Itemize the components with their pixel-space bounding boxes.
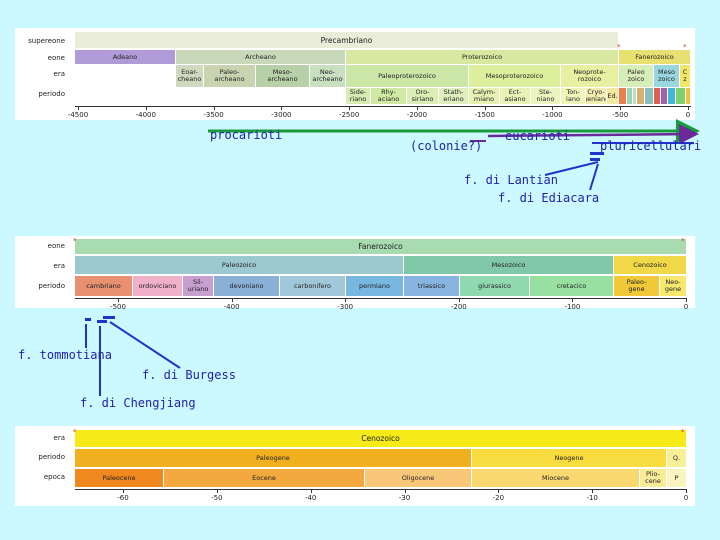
note-pluricellulari: pluricellulari <box>600 139 702 153</box>
note-lantian: f. di Lantian <box>464 173 558 187</box>
note-chengjiang: f. di Chengjiang <box>80 396 196 410</box>
note-procarioti: procarioti <box>210 128 283 142</box>
ediacara-marker <box>590 158 600 161</box>
ediacara-pointer <box>589 163 599 191</box>
burgess-marker <box>103 316 115 319</box>
annotation-arrows <box>85 119 700 396</box>
note-ediacara: f. di Ediacara <box>498 191 600 205</box>
burgess-pointer <box>109 321 181 369</box>
note-burgess: f. di Burgess <box>142 368 236 382</box>
note-tommotiana: f. tommotiana <box>18 348 112 362</box>
note-eucarioti: eucarioti <box>505 129 571 143</box>
note-colonie: (colonie?) <box>410 139 483 153</box>
tommotian-marker <box>85 318 91 321</box>
chengjiang-marker <box>97 320 107 323</box>
